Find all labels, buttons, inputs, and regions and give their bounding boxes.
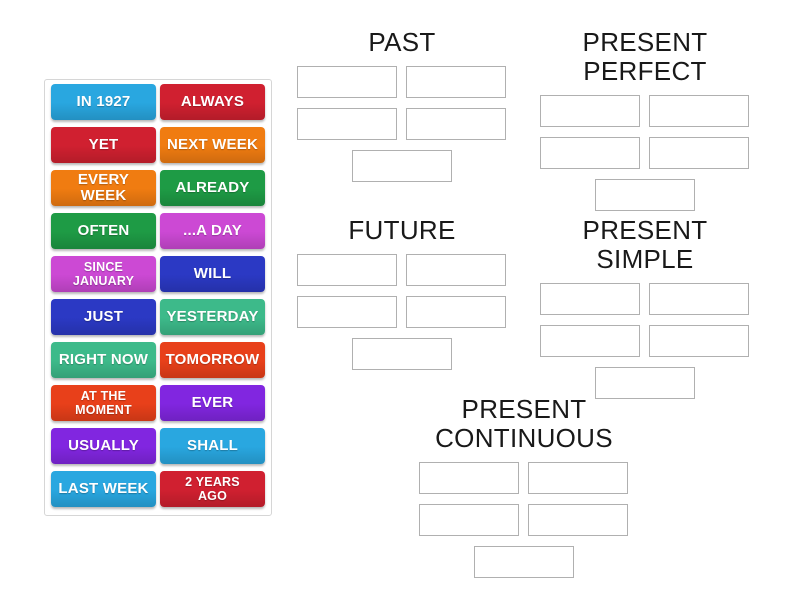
- word-tile[interactable]: ...A DAY: [160, 213, 265, 249]
- drop-zone[interactable]: [474, 546, 574, 579]
- drop-zone[interactable]: [352, 338, 452, 371]
- group-title-present-continuous: PRESENT CONTINUOUS: [435, 394, 613, 454]
- word-tile-label: ALWAYS: [180, 93, 245, 111]
- word-tile-label: NEXT WEEK: [167, 136, 258, 154]
- group-title-future: FUTURE: [348, 215, 456, 245]
- word-tile[interactable]: OFTEN: [51, 213, 156, 249]
- word-tile-label: TOMORROW: [165, 351, 260, 369]
- word-tile[interactable]: IN 1927: [51, 84, 156, 120]
- group-title-present-perfect: PRESENT PERFECT: [582, 27, 708, 87]
- drop-zone-row: [297, 296, 507, 329]
- drop-zone-row: [419, 504, 629, 537]
- drop-zones-future: [297, 254, 507, 371]
- word-tile-label: AT THE MOMENT: [75, 388, 132, 417]
- drop-zone[interactable]: [406, 296, 506, 329]
- drop-zone-row: [297, 66, 507, 99]
- drop-zone-row: [540, 325, 750, 358]
- drop-zone[interactable]: [528, 504, 628, 537]
- word-tile[interactable]: TOMORROW: [160, 342, 265, 378]
- drop-zone[interactable]: [297, 254, 397, 287]
- word-tile-label: LAST WEEK: [58, 480, 149, 498]
- drop-zone[interactable]: [649, 325, 749, 358]
- drop-zones-present-continuous: [419, 462, 629, 579]
- drop-zone[interactable]: [406, 66, 506, 99]
- drop-zone-row: [419, 546, 629, 579]
- word-tile[interactable]: LAST WEEK: [51, 471, 156, 507]
- word-tile[interactable]: RIGHT NOW: [51, 342, 156, 378]
- group-title-present-simple: PRESENT SIMPLE: [582, 215, 708, 275]
- word-tile[interactable]: JUST: [51, 299, 156, 335]
- drop-zone[interactable]: [540, 95, 640, 128]
- drop-zones-present-simple: [540, 283, 750, 400]
- word-tile[interactable]: EVERY WEEK: [51, 170, 156, 206]
- word-tile-bank-panel: IN 1927 ALWAYS YET NEXT WEEK EVERY WEEK ALREA…: [44, 79, 272, 516]
- drop-zone[interactable]: [540, 283, 640, 316]
- word-tile[interactable]: USUALLY: [51, 428, 156, 464]
- word-tile-label: YET: [88, 136, 119, 154]
- drop-zone-row: [540, 283, 750, 316]
- group-future: FUTURE: [297, 215, 507, 380]
- word-tile[interactable]: 2 YEARS AGO: [160, 471, 265, 507]
- drop-zone[interactable]: [419, 504, 519, 537]
- word-tile[interactable]: SINCE JANUARY: [51, 256, 156, 292]
- word-tile-label: USUALLY: [68, 437, 139, 455]
- word-tile[interactable]: EVER: [160, 385, 265, 421]
- drop-zone-row: [419, 462, 629, 495]
- drop-zone-row: [540, 137, 750, 170]
- group-past: PAST: [297, 27, 507, 192]
- word-tile-label: ...A DAY: [183, 222, 242, 240]
- group-title-past: PAST: [368, 27, 436, 57]
- drop-zone-row: [297, 108, 507, 141]
- word-tile-label: RIGHT NOW: [58, 351, 149, 369]
- word-tile-label: SINCE JANUARY: [72, 259, 135, 288]
- drop-zone[interactable]: [649, 137, 749, 170]
- word-tile-label: 2 YEARS AGO: [185, 474, 240, 503]
- word-tile-label: ALREADY: [175, 179, 250, 197]
- drop-zone-row: [297, 338, 507, 371]
- drop-zone[interactable]: [649, 283, 749, 316]
- drop-zone[interactable]: [406, 254, 506, 287]
- word-tile-label: OFTEN: [77, 222, 130, 240]
- drop-zone[interactable]: [352, 150, 452, 183]
- drop-zone[interactable]: [297, 296, 397, 329]
- drop-zone-row: [540, 179, 750, 212]
- word-tile-label: EVER: [191, 394, 234, 412]
- word-tile-grid: IN 1927 ALWAYS YET NEXT WEEK EVERY WEEK ALREA…: [49, 84, 269, 514]
- word-tile[interactable]: YET: [51, 127, 156, 163]
- drop-zone-row: [297, 150, 507, 183]
- drop-zone[interactable]: [406, 108, 506, 141]
- drop-zone[interactable]: [528, 462, 628, 495]
- drop-zone[interactable]: [649, 95, 749, 128]
- drop-zone[interactable]: [419, 462, 519, 495]
- word-tile[interactable]: AT THE MOMENT: [51, 385, 156, 421]
- group-present-simple: PRESENT SIMPLE: [540, 215, 750, 409]
- word-tile-label: JUST: [83, 308, 124, 326]
- word-tile[interactable]: WILL: [160, 256, 265, 292]
- word-tile[interactable]: NEXT WEEK: [160, 127, 265, 163]
- word-tile-label: SHALL: [187, 437, 238, 455]
- group-present-continuous: PRESENT CONTINUOUS: [419, 394, 629, 588]
- word-tile[interactable]: SHALL: [160, 428, 265, 464]
- word-tile-label: WILL: [193, 265, 232, 283]
- drop-zone[interactable]: [297, 108, 397, 141]
- word-tile-label: YESTERDAY: [166, 308, 259, 326]
- drop-zone[interactable]: [595, 179, 695, 212]
- drop-zones-present-perfect: [540, 95, 750, 212]
- word-tile[interactable]: YESTERDAY: [160, 299, 265, 335]
- drop-zones-past: [297, 66, 507, 183]
- word-tile-label: IN 1927: [76, 93, 131, 111]
- drop-zone[interactable]: [297, 66, 397, 99]
- word-tile[interactable]: ALREADY: [160, 170, 265, 206]
- drop-zone[interactable]: [540, 325, 640, 358]
- drop-zone-row: [297, 254, 507, 287]
- group-present-perfect: PRESENT PERFECT: [540, 27, 750, 221]
- word-tile-label: EVERY WEEK: [77, 171, 130, 204]
- word-tile[interactable]: ALWAYS: [160, 84, 265, 120]
- drop-zone-row: [540, 95, 750, 128]
- drop-zone[interactable]: [540, 137, 640, 170]
